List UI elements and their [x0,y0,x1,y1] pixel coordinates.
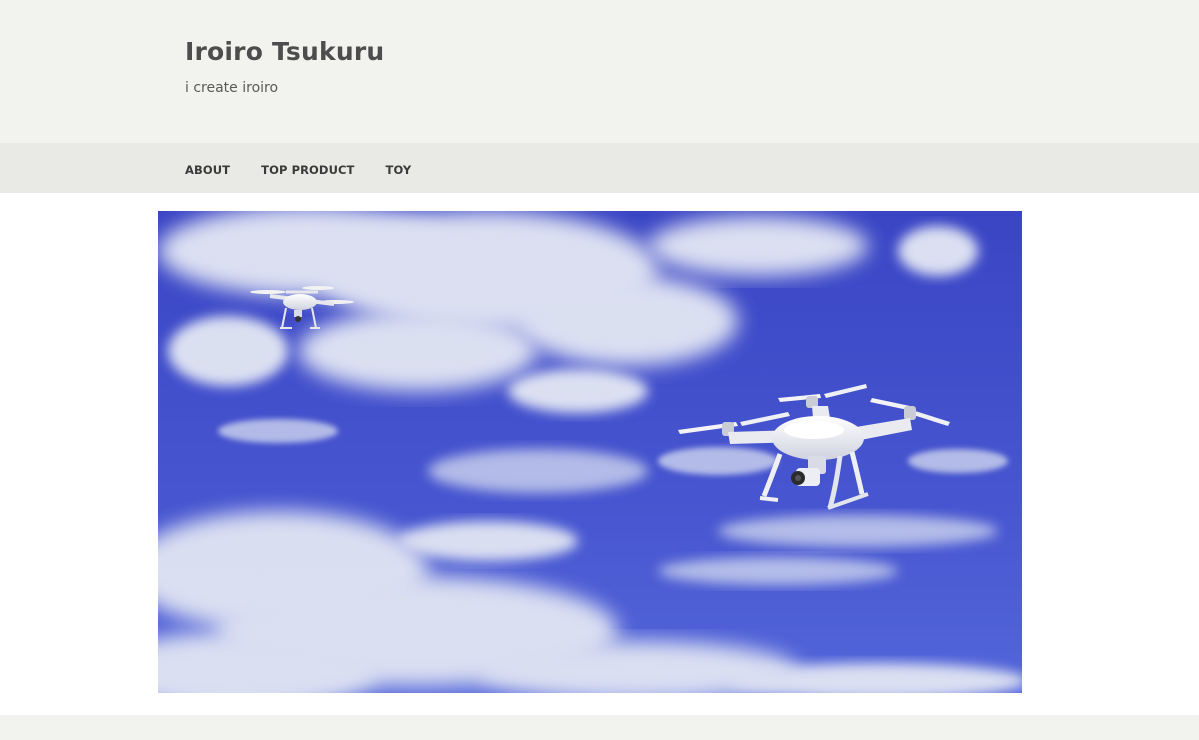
nav-link-top-product[interactable]: TOP PRODUCT [261,163,354,177]
main-navigation: ABOUT TOP PRODUCT TOY [0,143,1199,193]
hero-image [158,211,1022,693]
footer-strip [0,715,1199,740]
nav-item-top-product: TOP PRODUCT [261,159,354,178]
nav-item-about: ABOUT [185,159,230,178]
nav-menu: ABOUT TOP PRODUCT TOY [185,143,442,193]
sky-drones-illustration [158,211,1022,693]
nav-link-toy[interactable]: TOY [386,163,412,177]
nav-link-about[interactable]: ABOUT [185,163,230,177]
site-description: i create iroiro [185,80,279,96]
nav-item-toy: TOY [386,159,412,178]
site-title[interactable]: Iroiro Tsukuru [185,37,384,66]
site-header: Iroiro Tsukuru i create iroiro [0,0,1199,143]
